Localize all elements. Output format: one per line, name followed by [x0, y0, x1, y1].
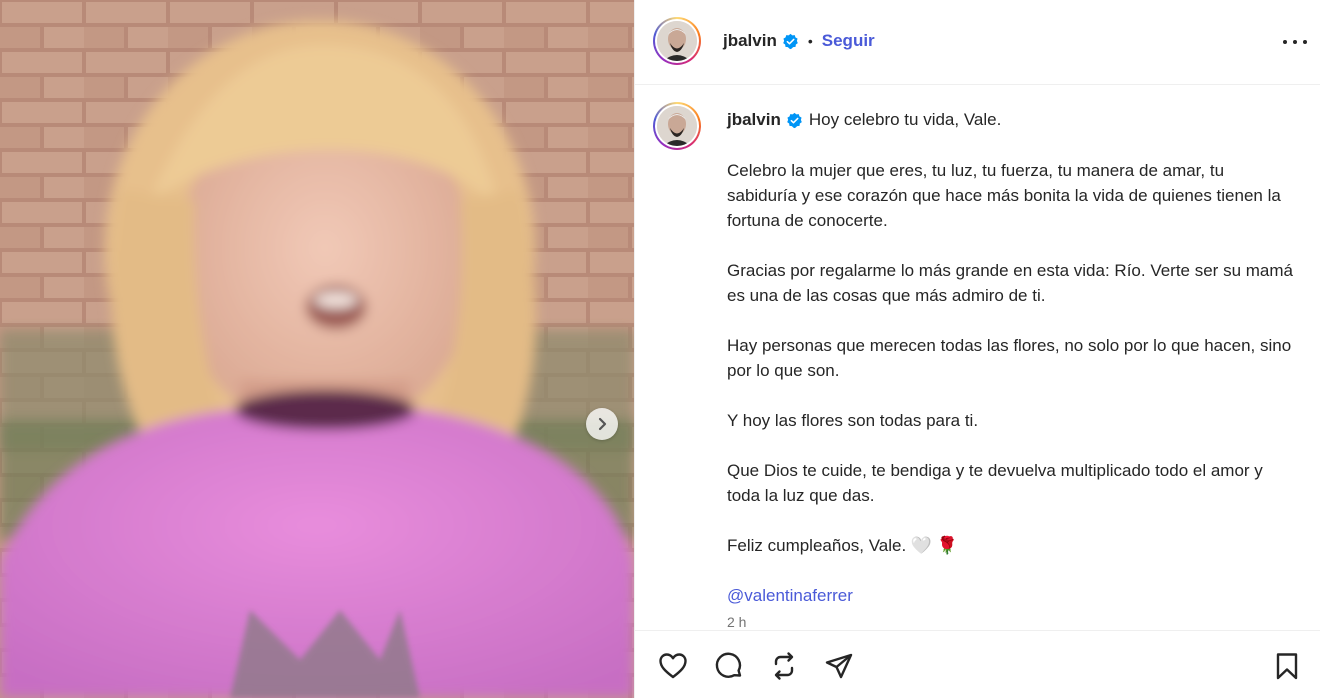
action-bar: [635, 630, 1320, 698]
repost-button[interactable]: [768, 650, 800, 682]
caption-paragraph: Que Dios te cuide, te bendiga y te devue…: [727, 461, 1263, 505]
follow-button[interactable]: Seguir: [822, 31, 875, 51]
caption-paragraph: Feliz cumpleaños, Vale. 🤍 🌹: [727, 536, 958, 555]
repost-icon: [774, 652, 794, 680]
post-timestamp[interactable]: 2 h: [727, 614, 746, 630]
username-link[interactable]: jbalvin: [723, 31, 777, 51]
caption-paragraph: Celebro la mujer que eres, tu luz, tu fu…: [727, 161, 1281, 230]
caption-paragraph: Gracias por regalarme lo más grande en e…: [727, 261, 1293, 305]
share-button[interactable]: [823, 650, 855, 682]
caption-paragraph: Y hoy las flores son todas para ti.: [727, 411, 979, 430]
post-side-panel: jbalvin • Seguir jbalvin Hoy celebro tu …: [634, 0, 1320, 698]
next-image-button[interactable]: [586, 408, 618, 440]
post-header: jbalvin • Seguir: [635, 0, 1320, 85]
verified-badge-icon: [787, 112, 802, 128]
post-photo: [0, 0, 634, 698]
instagram-post-view: jbalvin • Seguir jbalvin Hoy celebro tu …: [0, 0, 1320, 698]
mention-link[interactable]: @valentinaferrer: [727, 586, 853, 605]
save-button[interactable]: [1271, 650, 1303, 682]
caption-avatar[interactable]: [653, 102, 701, 150]
like-button[interactable]: [657, 650, 689, 682]
caption-username-link[interactable]: jbalvin: [727, 110, 781, 130]
caption-first-line: Hoy celebro tu vida, Vale.: [808, 110, 1002, 129]
caption-body: Celebro la mujer que eres, tu luz, tu fu…: [727, 158, 1297, 631]
post-media[interactable]: [0, 0, 634, 698]
heart-icon: [659, 653, 687, 679]
caption-area: jbalvin Hoy celebro tu vida, Vale. Celeb…: [635, 86, 1320, 631]
separator-dot: •: [807, 33, 813, 49]
verified-badge-icon: [783, 33, 798, 49]
send-icon: [825, 653, 853, 679]
caption-paragraph: Hay personas que merecen todas las flore…: [727, 336, 1292, 380]
more-options-icon[interactable]: [1283, 33, 1307, 51]
bookmark-icon: [1276, 653, 1298, 680]
comment-button[interactable]: [713, 650, 745, 682]
avatar[interactable]: [653, 17, 701, 65]
chevron-right-icon: [598, 417, 607, 431]
comment-icon: [715, 652, 742, 678]
